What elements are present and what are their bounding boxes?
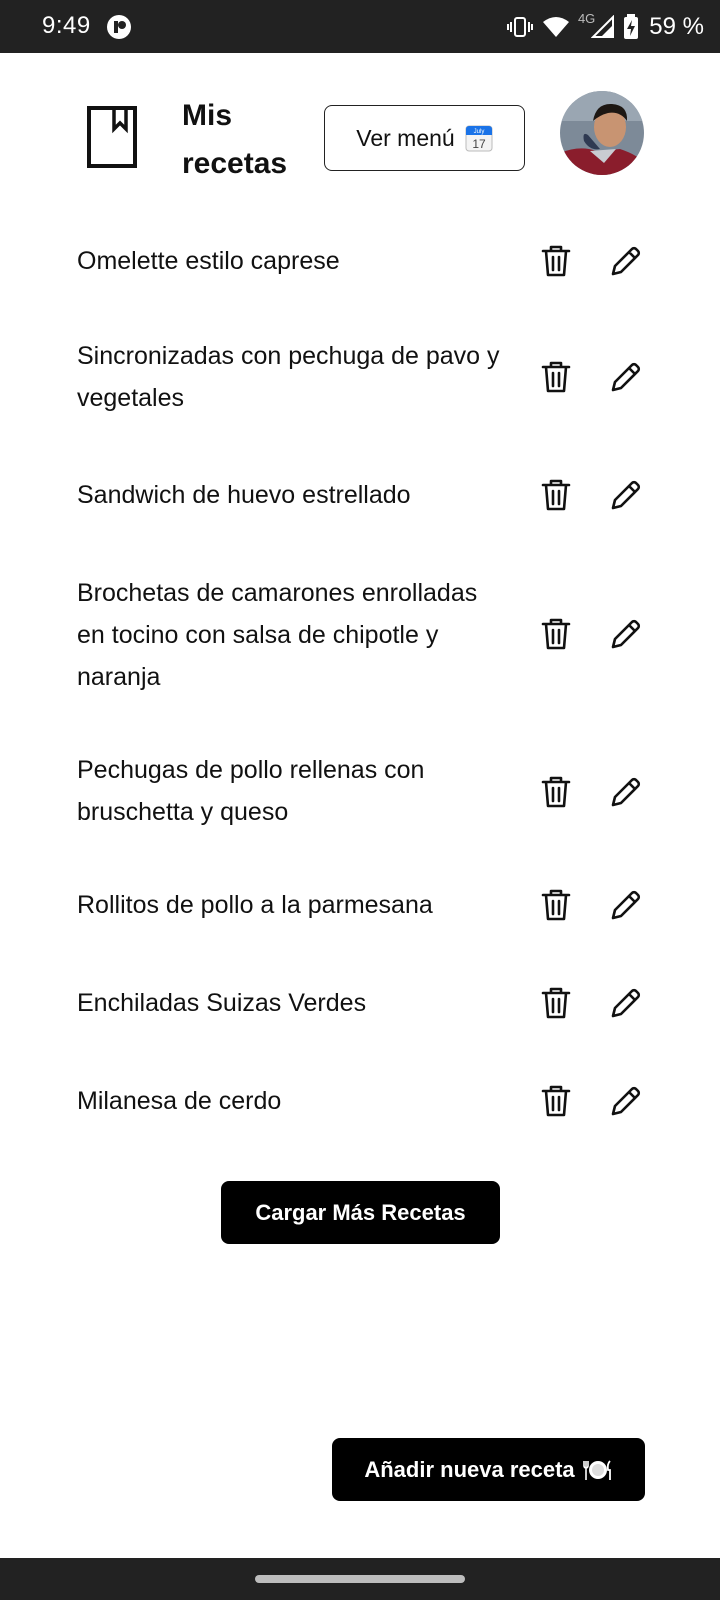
- trash-icon: [541, 889, 571, 921]
- battery-charging-icon: [624, 14, 639, 39]
- network-type: 4G: [577, 10, 596, 26]
- delete-recipe-button[interactable]: [536, 885, 576, 925]
- battery-percent: 59 %: [649, 13, 704, 40]
- recipe-row: Milanesa de cerdo: [0, 1065, 720, 1155]
- recipe-list: Omelette estilo caprese Sincronizadas co…: [0, 215, 720, 1155]
- view-menu-button[interactable]: Ver menú July 17: [324, 105, 525, 171]
- wifi-icon: [542, 17, 569, 37]
- page-title: Mis recetas: [182, 99, 288, 180]
- trash-icon: [541, 987, 571, 1019]
- home-gesture-handle[interactable]: [255, 1575, 465, 1583]
- recipe-row: Enchiladas Suizas Verdes: [0, 967, 720, 1065]
- recipe-name[interactable]: Sincronizadas con pechuga de pavo y vege…: [77, 335, 507, 419]
- recipe-name[interactable]: Pechugas de pollo rellenas con bruschett…: [77, 749, 507, 833]
- pencil-icon: [611, 362, 641, 392]
- edit-recipe-button[interactable]: [606, 772, 646, 812]
- avatar-image: [560, 91, 644, 175]
- recipe-name[interactable]: Omelette estilo caprese: [77, 240, 507, 282]
- pencil-icon: [611, 480, 641, 510]
- edit-recipe-button[interactable]: [606, 983, 646, 1023]
- recipe-name[interactable]: Enchiladas Suizas Verdes: [77, 982, 507, 1024]
- user-avatar[interactable]: [560, 91, 644, 175]
- delete-recipe-button[interactable]: [536, 475, 576, 515]
- delete-recipe-button[interactable]: [536, 241, 576, 281]
- add-recipe-button[interactable]: Añadir nueva receta: [332, 1438, 645, 1501]
- edit-recipe-button[interactable]: [606, 475, 646, 515]
- recipe-row: Omelette estilo caprese: [0, 215, 720, 309]
- edit-recipe-button[interactable]: [606, 1081, 646, 1121]
- recipe-name[interactable]: Sandwich de huevo estrellado: [77, 474, 507, 516]
- recipe-name[interactable]: Milanesa de cerdo: [77, 1080, 507, 1122]
- delete-recipe-button[interactable]: [536, 772, 576, 812]
- delete-recipe-button[interactable]: [536, 614, 576, 654]
- trash-icon: [541, 618, 571, 650]
- pencil-icon: [611, 890, 641, 920]
- pencil-icon: [611, 777, 641, 807]
- trash-icon: [541, 245, 571, 277]
- trash-icon: [541, 479, 571, 511]
- recipe-row: Sincronizadas con pechuga de pavo y vege…: [0, 309, 720, 449]
- calendar-icon: July 17: [465, 125, 493, 152]
- calendar-month: July: [473, 129, 484, 135]
- bookmark-icon: [87, 106, 137, 168]
- vibrate-icon: [506, 17, 533, 37]
- recipe-row: Pechugas de pollo rellenas con bruschett…: [0, 729, 720, 869]
- plate-cutlery-icon: [582, 1459, 611, 1480]
- recipe-row: Sandwich de huevo estrellado: [0, 449, 720, 547]
- status-bar: 9:49 4G 59 %: [0, 0, 720, 53]
- trash-icon: [541, 1085, 571, 1117]
- add-recipe-label: Añadir nueva receta: [364, 1456, 575, 1482]
- recipe-name[interactable]: Rollitos de pollo a la parmesana: [77, 884, 507, 926]
- pencil-icon: [611, 988, 641, 1018]
- edit-recipe-button[interactable]: [606, 357, 646, 397]
- status-time: 9:49: [42, 12, 91, 39]
- pencil-icon: [611, 246, 641, 276]
- delete-recipe-button[interactable]: [536, 357, 576, 397]
- calendar-day: 17: [472, 137, 486, 151]
- trash-icon: [541, 776, 571, 808]
- delete-recipe-button[interactable]: [536, 983, 576, 1023]
- edit-recipe-button[interactable]: [606, 241, 646, 281]
- edit-recipe-button[interactable]: [606, 614, 646, 654]
- edit-recipe-button[interactable]: [606, 885, 646, 925]
- recipe-name[interactable]: Brochetas de camarones enrolladas en toc…: [77, 572, 507, 698]
- trash-icon: [541, 361, 571, 393]
- recipe-row: Rollitos de pollo a la parmesana: [0, 869, 720, 967]
- app-notification-icon: [107, 15, 131, 39]
- navigation-bar: [0, 1558, 720, 1600]
- pencil-icon: [611, 619, 641, 649]
- load-more-button[interactable]: Cargar Más Recetas: [221, 1181, 500, 1244]
- status-icons: 4G 59 %: [506, 10, 704, 44]
- recipe-row: Brochetas de camarones enrolladas en toc…: [0, 547, 720, 729]
- view-menu-label: Ver menú: [356, 124, 455, 151]
- pencil-icon: [611, 1086, 641, 1116]
- delete-recipe-button[interactable]: [536, 1081, 576, 1121]
